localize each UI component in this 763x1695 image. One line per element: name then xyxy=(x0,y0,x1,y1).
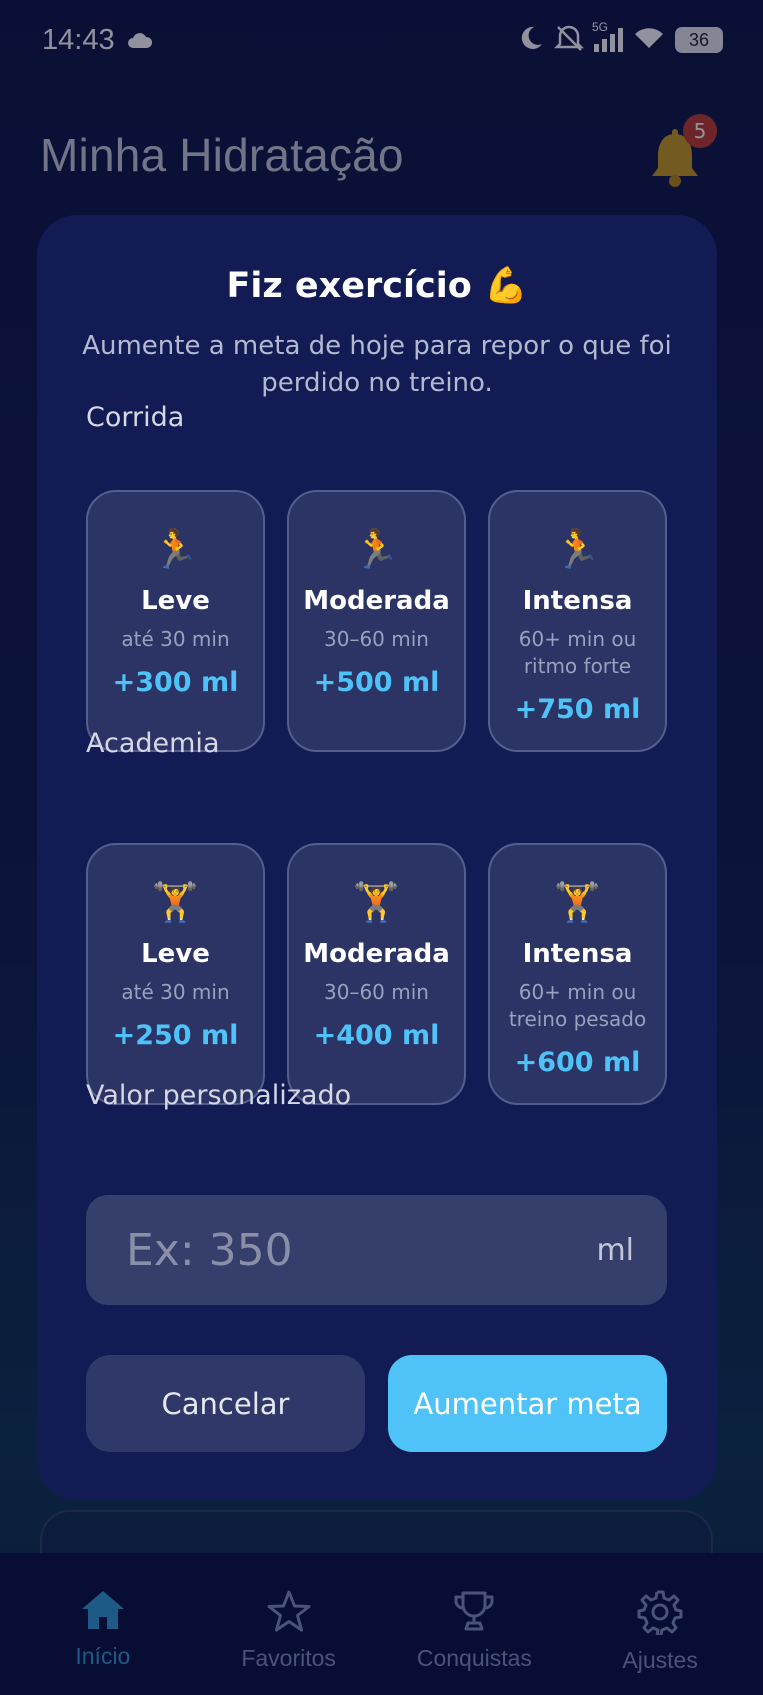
custom-value-field[interactable]: ml xyxy=(86,1195,667,1305)
running-icon: 🏃 xyxy=(352,527,401,571)
option-amount: +250 ml xyxy=(112,1020,239,1051)
gear-icon xyxy=(637,1589,683,1639)
nav-item-ajustes[interactable]: Ajustes xyxy=(570,1553,750,1695)
nav-item-conquistas[interactable]: Conquistas xyxy=(384,1553,564,1695)
option-corrida-leve[interactable]: 🏃 Leve até 30 min +300 ml xyxy=(86,490,265,752)
option-desc: 60+ min ou treino pesado xyxy=(508,980,647,1031)
increase-goal-button[interactable]: Aumentar meta xyxy=(388,1355,667,1452)
modal-subtitle: Aumente a meta de hoje para repor o que … xyxy=(82,331,672,398)
nav-label: Conquistas xyxy=(416,1645,532,1671)
option-amount: +400 ml xyxy=(313,1020,440,1051)
modal-title: Fiz exercício 💪 xyxy=(226,266,528,306)
nav-label: Início xyxy=(75,1643,131,1669)
weightlifting-icon: 🏋️ xyxy=(151,880,200,924)
option-amount: +600 ml xyxy=(514,1047,641,1078)
option-amount: +500 ml xyxy=(313,667,440,698)
option-amount: +750 ml xyxy=(514,694,641,725)
weightlifting-icon: 🏋️ xyxy=(553,880,602,924)
nav-label: Ajustes xyxy=(622,1647,698,1673)
star-icon xyxy=(266,1589,312,1637)
unit-label: ml xyxy=(596,1232,634,1268)
trophy-icon xyxy=(451,1589,497,1637)
option-name: Leve xyxy=(141,586,210,616)
option-desc: até 30 min xyxy=(121,980,230,1004)
option-academia-intensa[interactable]: 🏋️ Intensa 60+ min ou treino pesado +600… xyxy=(488,843,667,1105)
option-corrida-intensa[interactable]: 🏃 Intensa 60+ min ou ritmo forte +750 ml xyxy=(488,490,667,752)
cancel-button[interactable]: Cancelar xyxy=(86,1355,365,1452)
option-name: Leve xyxy=(141,939,210,969)
weightlifting-icon: 🏋️ xyxy=(352,880,401,924)
bottom-nav: Início Favoritos Conquistas Ajustes xyxy=(0,1553,763,1695)
running-icon: 🏃 xyxy=(151,527,200,571)
nav-label: Favoritos xyxy=(241,1645,336,1671)
option-corrida-moderada[interactable]: 🏃 Moderada 30–60 min +500 ml xyxy=(287,490,466,752)
option-academia-leve[interactable]: 🏋️ Leve até 30 min +250 ml xyxy=(86,843,265,1105)
running-options: 🏃 Leve até 30 min +300 ml 🏃 Moderada 30–… xyxy=(86,490,667,752)
nav-item-favoritos[interactable]: Favoritos xyxy=(199,1553,379,1695)
option-desc: até 30 min xyxy=(121,627,230,651)
custom-value-label: Valor personalizado xyxy=(86,1080,352,1111)
option-name: Intensa xyxy=(522,939,633,969)
option-name: Moderada xyxy=(303,939,450,969)
option-amount: +300 ml xyxy=(112,667,239,698)
nav-item-inicio[interactable]: Início xyxy=(13,1553,193,1695)
running-icon: 🏃 xyxy=(553,527,602,571)
custom-value-input[interactable] xyxy=(126,1224,566,1276)
section-label-academia: Academia xyxy=(86,728,220,759)
option-desc: 30–60 min xyxy=(324,627,429,651)
option-name: Moderada xyxy=(303,586,450,616)
gym-options: 🏋️ Leve até 30 min +250 ml 🏋️ Moderada 3… xyxy=(86,843,667,1105)
option-name: Intensa xyxy=(522,586,633,616)
exercise-modal: Fiz exercício 💪 Aumente a meta de hoje p… xyxy=(37,215,717,1500)
home-icon xyxy=(80,1589,126,1635)
option-academia-moderada[interactable]: 🏋️ Moderada 30–60 min +400 ml xyxy=(287,843,466,1105)
option-desc: 30–60 min xyxy=(324,980,429,1004)
option-desc: 60+ min ou ritmo forte xyxy=(518,627,637,678)
section-label-corrida: Corrida xyxy=(86,402,185,433)
